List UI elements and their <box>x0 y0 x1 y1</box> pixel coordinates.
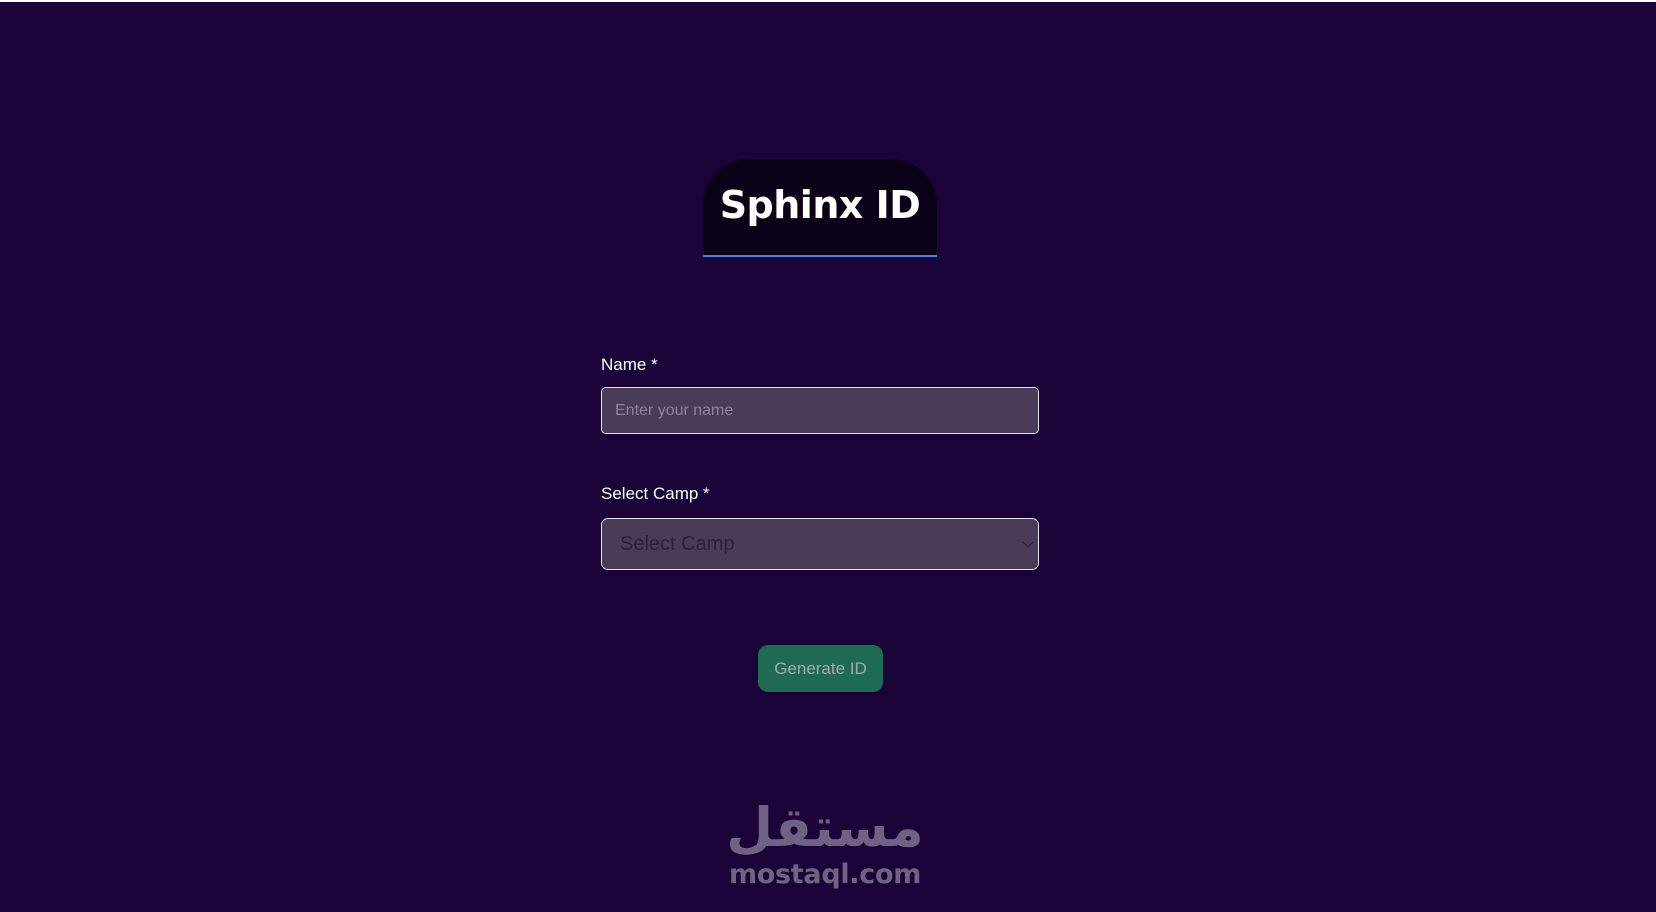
name-input[interactable] <box>601 387 1039 434</box>
camp-select-value: Select Camp <box>620 532 735 555</box>
title-card: Sphinx ID <box>703 159 937 257</box>
camp-select[interactable]: Select Camp <box>601 518 1039 570</box>
generate-id-button[interactable]: Generate ID <box>758 645 883 692</box>
mostaql-watermark: مستقل mostaql.com <box>722 798 928 898</box>
page-title: Sphinx ID <box>719 183 921 227</box>
watermark-arabic-text: مستقل <box>726 796 924 859</box>
watermark-site-text: mostaql.com <box>728 859 922 890</box>
name-label: Name * <box>601 355 658 374</box>
chevron-down-icon <box>1022 536 1034 548</box>
camp-label: Select Camp * <box>601 484 710 503</box>
